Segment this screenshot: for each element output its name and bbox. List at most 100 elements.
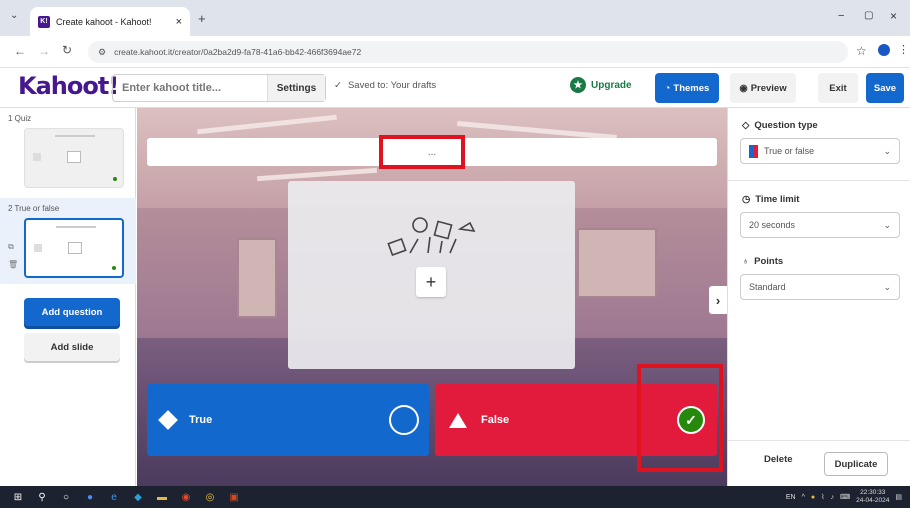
edge-icon[interactable]: e	[102, 486, 126, 508]
slide-label: 1 Quiz	[8, 114, 32, 123]
duplicate-button[interactable]: Duplicate	[824, 452, 888, 476]
time-limit-heading: ◷ Time limit	[742, 194, 799, 205]
clock-time: 22:30:33	[860, 489, 886, 496]
question-type-select[interactable]: True or false ⌄	[740, 138, 900, 164]
media-upload-area[interactable]: +	[288, 181, 575, 369]
language-indicator[interactable]: EN	[786, 494, 796, 501]
points-label: Points	[754, 256, 784, 267]
answer-label: False	[481, 414, 510, 426]
reload-icon[interactable]: ↻	[62, 43, 72, 57]
network-icon[interactable]: ⌇	[821, 493, 824, 501]
themes-button[interactable]: ◔ Themes	[655, 73, 719, 103]
thumb-answer	[33, 153, 41, 161]
notifications-icon[interactable]: ▤	[895, 493, 902, 501]
background-screen	[237, 238, 277, 318]
chrome-icon[interactable]: ◎	[198, 486, 222, 508]
question-type-value: True or false	[764, 145, 815, 156]
app-icon[interactable]: ◉	[174, 486, 198, 508]
exit-button[interactable]: Exit	[818, 73, 858, 103]
preview-button[interactable]: ◉ Preview	[730, 73, 796, 103]
delete-button[interactable]: Delete	[764, 454, 793, 465]
thumb-image-icon	[67, 151, 81, 163]
next-arrow-button[interactable]: ›	[709, 286, 727, 314]
chevron-down-icon: ⌄	[883, 219, 891, 230]
question-settings-panel: ◇ Question type True or false ⌄ ◷ Time l…	[727, 108, 910, 486]
close-window-button[interactable]: ×	[890, 9, 897, 23]
url-text: create.kahoot.it/creator/0a2ba2d9-fa78-4…	[114, 47, 362, 57]
windows-start-icon[interactable]: ⊞	[6, 486, 30, 508]
saved-status-text: Saved to: Your drafts	[347, 80, 437, 91]
time-limit-value: 20 seconds	[749, 220, 796, 230]
keyboard-icon[interactable]: ⌨	[840, 493, 850, 501]
title-placeholder: Enter kahoot title...	[122, 82, 222, 94]
slide-thumbnail-selected[interactable]	[24, 218, 124, 278]
mark-correct-radio[interactable]	[389, 405, 419, 435]
browser-tab-bar: ⌄ K! Create kahoot - Kahoot! × + − ▢ ×	[0, 0, 910, 36]
slide-label: 2 True or false	[8, 204, 60, 213]
thumb-image-icon	[68, 242, 82, 254]
save-button[interactable]: Save	[866, 73, 904, 103]
themes-label: Themes	[673, 82, 710, 94]
bookmark-star-icon[interactable]: ☆	[856, 44, 867, 58]
back-arrow-icon[interactable]: ←	[14, 44, 26, 58]
add-question-button[interactable]: Add question	[24, 298, 120, 326]
app-icon[interactable]: ●	[78, 486, 102, 508]
tab-close-icon[interactable]: ×	[176, 16, 182, 28]
upgrade-label: Upgrade	[591, 79, 632, 91]
url-field[interactable]: ⚙ create.kahoot.it/creator/0a2ba2d9-fa78…	[88, 41, 848, 63]
powerpoint-icon[interactable]: ▣	[222, 486, 246, 508]
palette-icon: ◔	[664, 82, 671, 94]
search-icon[interactable]: ⚲	[30, 486, 54, 508]
forward-arrow-icon[interactable]: →	[38, 44, 50, 58]
slide-item-quiz[interactable]: 1 Quiz	[0, 108, 136, 194]
kahoot-header: Kahoot! Enter kahoot title... Settings ✓…	[0, 68, 910, 108]
settings-button[interactable]: Settings	[267, 75, 325, 101]
volume-icon[interactable]: ♪	[831, 494, 835, 501]
save-status: ✓ Saved to: Your drafts	[334, 80, 436, 91]
points-select[interactable]: Standard ⌄	[740, 274, 900, 300]
browser-menu-icon[interactable]: ⋮	[898, 43, 909, 56]
site-info-icon[interactable]: ⚙	[98, 47, 106, 58]
clock[interactable]: 22:30:33 24-04-2024	[856, 489, 889, 505]
question-type-label: Question type	[754, 120, 818, 131]
tab-list-icon[interactable]: ⌄	[10, 10, 18, 21]
checkmark-icon: ✓	[334, 80, 342, 91]
add-slide-button[interactable]: Add slide	[24, 333, 120, 361]
chevron-down-icon: ⌄	[883, 281, 891, 292]
divider	[728, 440, 910, 441]
thumb-title-bar	[55, 135, 95, 137]
app-icon[interactable]: ◆	[126, 486, 150, 508]
diamond-icon	[158, 410, 178, 430]
delete-slide-icon[interactable]: 🗑	[8, 260, 18, 269]
thumb-status-dot	[112, 266, 116, 270]
slide-item-true-or-false[interactable]: 2 True or false ⧉ 🗑	[0, 198, 136, 284]
tray-chevron-icon[interactable]: ^	[802, 494, 805, 501]
true-false-icon	[749, 144, 758, 158]
upgrade-button[interactable]: ★ Upgrade	[570, 77, 632, 93]
answer-label: True	[189, 414, 213, 426]
clock-icon: ◷	[742, 194, 751, 205]
highlight-box-question	[379, 135, 465, 169]
file-explorer-icon[interactable]: ▬	[150, 486, 174, 508]
tray-app-icon[interactable]: ●	[811, 494, 815, 501]
kahoot-title-input[interactable]: Enter kahoot title... Settings	[112, 74, 326, 102]
add-media-button[interactable]: +	[416, 267, 446, 297]
slide-thumbnail[interactable]	[24, 128, 124, 188]
divider	[728, 180, 910, 181]
points-heading: ♁ Points	[742, 256, 783, 267]
preview-label: Preview	[750, 82, 787, 94]
background-window	[577, 228, 657, 298]
duplicate-slide-icon[interactable]: ⧉	[8, 242, 14, 252]
answer-true[interactable]: True	[147, 384, 429, 456]
browser-tab[interactable]: K! Create kahoot - Kahoot! ×	[30, 7, 190, 36]
new-tab-button[interactable]: +	[198, 11, 206, 26]
task-view-icon[interactable]: ○	[54, 486, 78, 508]
kahoot-logo[interactable]: Kahoot!	[18, 72, 119, 100]
media-illustration-icon	[387, 217, 476, 257]
profile-avatar[interactable]	[878, 44, 890, 56]
minimize-button[interactable]: −	[838, 10, 844, 22]
time-limit-select[interactable]: 20 seconds ⌄	[740, 212, 900, 238]
clock-date: 24-04-2024	[856, 497, 890, 504]
question-type-icon: ◇	[742, 120, 750, 131]
maximize-button[interactable]: ▢	[864, 10, 873, 21]
